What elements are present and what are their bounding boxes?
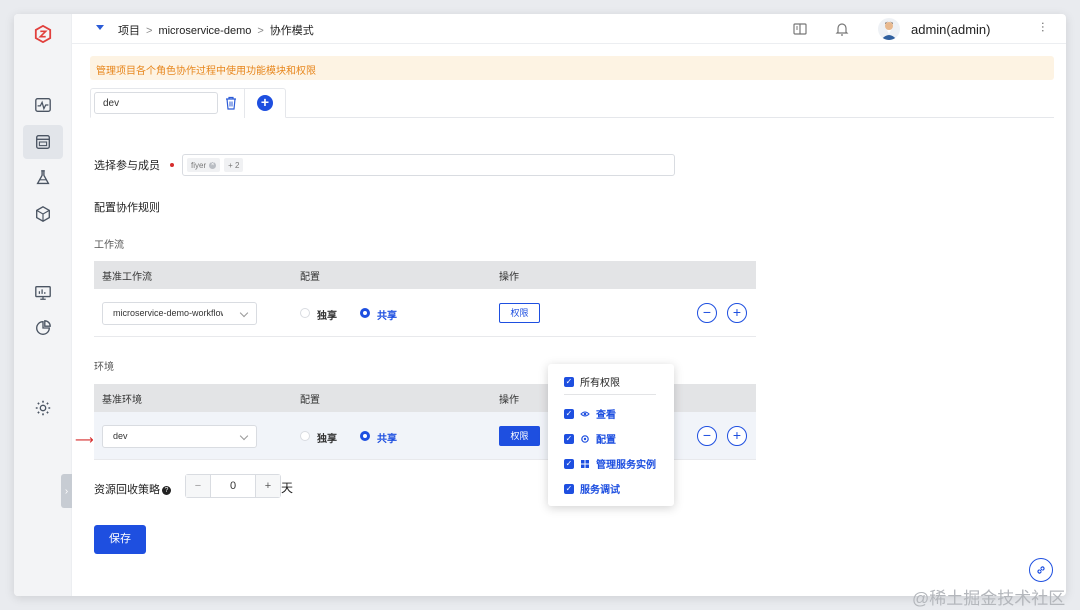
more-members-chip: + 2 [224,158,244,172]
gear-icon [580,434,590,444]
notice-banner: 管理项目各个角色协作过程中使用功能模块和权限 [90,56,1054,80]
dashboard-icon[interactable] [29,279,57,307]
breadcrumb-separator: > [257,25,264,37]
permission-view[interactable]: ✓ 查看 [564,406,616,421]
caret-down-icon[interactable] [96,25,104,30]
radio-exclusive-label[interactable]: 独享 [317,430,337,445]
radio-exclusive[interactable] [300,431,310,441]
tab-divider [244,88,245,118]
member-chip: fiyer × [187,158,221,172]
add-row-button[interactable]: + [727,303,747,323]
increment-button[interactable]: + [256,475,280,497]
permission-all[interactable]: ✓ 所有权限 [564,374,620,389]
close-icon[interactable]: × [209,161,217,169]
grid-icon [580,459,590,469]
app-window: › 项目 > microservice-demo > 协作模式 admin(admin)… [14,14,1066,596]
permission-debug[interactable]: ✓ 服务调试 [564,481,620,496]
permission-config-label: 配置 [596,435,616,446]
flask-icon[interactable] [29,164,57,192]
column-header: 操作 [499,394,519,406]
workflow-select-value: microservice-demo-workflow [113,308,223,318]
column-header: 基准工作流 [102,271,152,283]
breadcrumb-item-app[interactable]: microservice-demo [158,25,251,37]
radio-shared-label[interactable]: 共享 [377,307,397,322]
add-row-button[interactable]: + [727,426,747,446]
radio-shared[interactable] [360,308,370,318]
settings-icon[interactable] [29,394,57,422]
link-icon[interactable] [1029,558,1053,582]
table-header: 基准工作流 配置 操作 [94,261,756,289]
logo-icon[interactable] [29,20,57,48]
help-icon[interactable]: ? [162,486,171,495]
eye-icon [580,409,590,419]
save-button[interactable]: 保存 [94,525,146,554]
checkbox-checked-icon[interactable]: ✓ [564,408,574,419]
table-row: microservice-demo-workflow 独享 共享 权限 − + [94,289,756,337]
breadcrumb: 项目 > microservice-demo > 协作模式 [118,22,314,38]
column-header: 基准环境 [102,394,142,406]
collapse-sidebar-button[interactable]: › [61,474,72,508]
permission-debug-label: 服务调试 [580,485,620,496]
bell-icon[interactable] [834,21,850,37]
more-menu-icon[interactable]: ··· [1036,21,1052,32]
column-header: 操作 [499,271,519,283]
pie-chart-icon[interactable] [29,314,57,342]
recycle-stepper[interactable]: − 0 + [185,474,281,498]
breadcrumb-item-current: 协作模式 [269,25,314,37]
permission-manage[interactable]: ✓ 管理服务实例 [564,456,656,471]
breadcrumb-item-project[interactable]: 项目 [118,25,140,37]
member-chip-label: fiyer [191,160,207,170]
checkbox-checked-icon[interactable]: ✓ [564,483,574,494]
recycle-value[interactable]: 0 [210,475,256,497]
permission-popover: ✓ 所有权限 ✓ 查看 ✓ 配置 ✓ 管理服务实例 ✓ 服务调试 [548,364,674,506]
env-section-title: 环境 [94,362,114,373]
user-name[interactable]: admin(admin) [911,22,990,37]
remove-row-button[interactable]: − [697,426,717,446]
members-select[interactable]: fiyer × + 2 [182,154,675,176]
radio-shared[interactable] [360,431,370,441]
required-marker [170,163,174,167]
column-header: 配置 [300,271,320,283]
recycle-label-text: 资源回收策略 [94,484,160,496]
rules-title: 配置协作规则 [94,202,160,214]
permission-config[interactable]: ✓ 配置 [564,431,616,446]
members-label: 选择参与成员 [94,160,160,172]
permission-view-label: 查看 [596,410,616,421]
watermark: @稀土掘金技术社区 [912,589,1066,608]
divider [564,394,656,395]
recycle-label: 资源回收策略? [94,481,171,497]
tab-name-input[interactable] [94,92,218,114]
permission-button[interactable]: 权限 [499,303,540,323]
book-icon[interactable] [792,21,808,37]
avatar[interactable] [878,18,900,40]
checkbox-checked-icon[interactable]: ✓ [564,376,574,387]
radio-exclusive-label[interactable]: 独享 [317,307,337,322]
permission-button[interactable]: 权限 [499,426,540,446]
add-tab-button[interactable]: + [257,95,273,111]
main-content: 管理项目各个角色协作过程中使用功能模块和权限 + 选择参与成员 fiyer × … [72,44,1066,596]
workflow-table: 基准工作流 配置 操作 microservice-demo-workflow 独… [94,261,756,337]
env-select-value: dev [113,431,128,441]
radio-exclusive[interactable] [300,308,310,318]
checkbox-checked-icon[interactable]: ✓ [564,433,574,444]
workflow-select[interactable]: microservice-demo-workflow [102,302,257,325]
column-header: 配置 [300,394,320,406]
workflow-section-title: 工作流 [94,240,124,251]
breadcrumb-separator: > [146,25,153,37]
decrement-button[interactable]: − [186,475,210,497]
permission-all-label: 所有权限 [580,378,620,389]
project-icon[interactable] [23,125,63,159]
permission-manage-label: 管理服务实例 [596,460,656,471]
trash-icon[interactable] [224,96,238,110]
remove-row-button[interactable]: − [697,303,717,323]
top-bar: 项目 > microservice-demo > 协作模式 admin(admin) ·… [72,14,1066,44]
recycle-unit: 天 [281,481,294,495]
radio-shared-label[interactable]: 共享 [377,430,397,445]
arrow-icon: ⟶ [75,432,94,447]
side-rail: › [14,14,72,596]
package-icon[interactable] [29,200,57,228]
env-select[interactable]: dev [102,425,257,448]
checkbox-checked-icon[interactable]: ✓ [564,458,574,469]
monitor-icon[interactable] [29,91,57,119]
